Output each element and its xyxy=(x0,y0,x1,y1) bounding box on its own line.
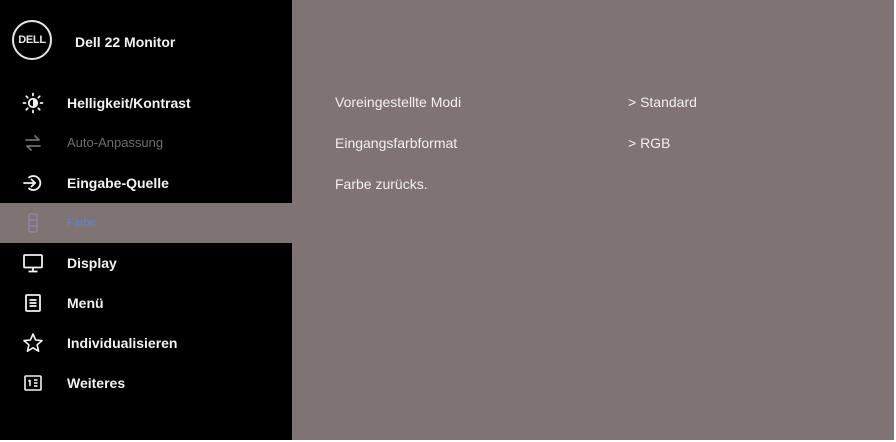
menu-item-label: Farbe xyxy=(67,217,96,229)
brightness-icon xyxy=(22,92,44,114)
input-source-icon xyxy=(22,172,44,194)
star-icon xyxy=(22,332,44,354)
monitor-osd: DΕLL Dell 22 Monitor Helligkeit/Kontrast… xyxy=(0,0,894,440)
setting-label: Voreingestellte Modi xyxy=(335,94,462,110)
menu-item-others[interactable]: Weiteres xyxy=(0,363,292,403)
menu-item-label: Auto-Anpassung xyxy=(67,135,164,150)
menu-item-color[interactable]: Farbe xyxy=(0,203,292,243)
menu-item-label: Individualisieren xyxy=(67,335,178,351)
setting-label: Farbe zurücks. xyxy=(335,176,428,192)
menu-item-label: Weiteres xyxy=(67,375,126,391)
setting-preset-modes[interactable]: Voreingestellte Modi > Standard xyxy=(335,94,875,116)
menu-item-menu[interactable]: Menü xyxy=(0,283,292,323)
setting-input-color-format[interactable]: Eingangsfarbformat > RGB xyxy=(335,135,875,157)
menu-item-label: Menü xyxy=(67,295,104,311)
menu-item-label: Helligkeit/Kontrast xyxy=(67,95,191,111)
setting-value: > Standard xyxy=(628,94,697,110)
dell-logo: DΕLL xyxy=(12,20,52,60)
menu-item-personalize[interactable]: Individualisieren xyxy=(0,323,292,363)
menu-item-brightness-contrast[interactable]: Helligkeit/Kontrast xyxy=(0,83,292,123)
setting-label: Eingangsfarbformat xyxy=(335,135,458,151)
display-icon xyxy=(22,252,44,274)
osd-content-panel: Voreingestellte Modi > Standard Eingangs… xyxy=(292,0,894,440)
osd-main-menu: Helligkeit/Kontrast Auto-Anpassung Einga… xyxy=(0,83,292,403)
brand-header: DΕLL Dell 22 Monitor xyxy=(0,14,292,70)
setting-value: > RGB xyxy=(628,135,671,151)
menu-icon xyxy=(22,292,44,314)
menu-item-display[interactable]: Display xyxy=(0,243,292,283)
others-icon xyxy=(22,372,44,394)
menu-item-input-source[interactable]: Eingabe-Quelle xyxy=(0,163,292,203)
auto-adjust-icon xyxy=(22,132,44,154)
menu-item-auto-adjust: Auto-Anpassung xyxy=(0,123,292,163)
monitor-model-title: Dell 22 Monitor xyxy=(75,34,176,50)
osd-sidebar: DΕLL Dell 22 Monitor Helligkeit/Kontrast… xyxy=(0,0,292,440)
menu-item-label: Eingabe-Quelle xyxy=(67,175,169,191)
menu-item-label: Display xyxy=(67,255,117,271)
color-icon xyxy=(22,212,44,234)
setting-reset-color[interactable]: Farbe zurücks. xyxy=(335,176,875,198)
